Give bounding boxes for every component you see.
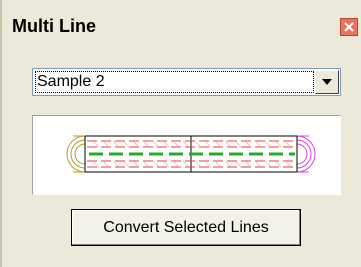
- multiline-preview: [32, 115, 341, 195]
- style-dropdown[interactable]: Sample 2: [32, 68, 341, 96]
- chevron-down-icon: [322, 79, 332, 85]
- dropdown-arrow-button[interactable]: [315, 70, 339, 94]
- close-icon: [344, 22, 354, 32]
- panel-title: Multi Line: [12, 16, 96, 36]
- multiline-preview-drawing: [66, 135, 316, 173]
- style-dropdown-value: Sample 2: [35, 71, 314, 93]
- multi-line-panel: Multi Line Sample 2 Convert Selected Lin…: [0, 0, 361, 267]
- convert-selected-lines-button[interactable]: Convert Selected Lines: [71, 209, 301, 246]
- close-button[interactable]: [340, 18, 358, 36]
